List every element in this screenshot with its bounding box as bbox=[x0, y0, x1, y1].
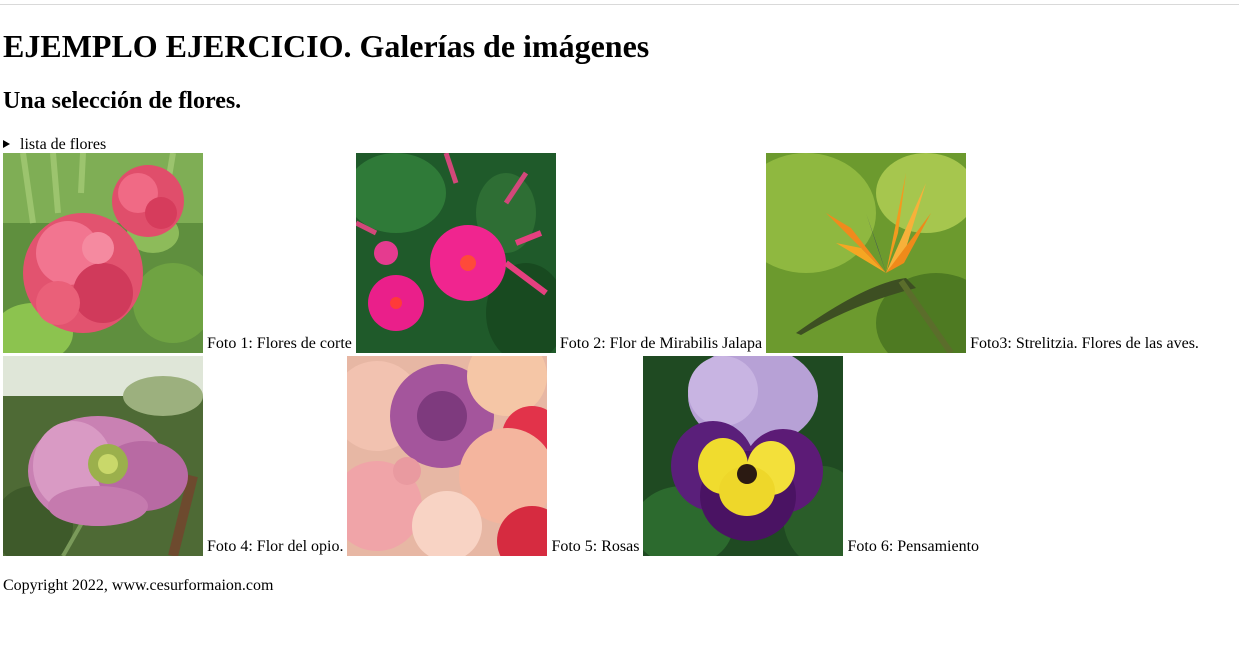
gallery-item-6: Foto 6: Pensamiento bbox=[643, 356, 983, 556]
gallery-item-2: Foto 2: Flor de Mirabilis Jalapa bbox=[355, 153, 766, 353]
disclosure-triangle-icon bbox=[3, 140, 10, 148]
page-title: EJEMPLO EJERCICIO. Galerías de imágenes bbox=[3, 28, 650, 64]
flower-photo-mirabilis bbox=[355, 153, 556, 353]
photo-caption: Foto 2: Flor de Mirabilis Jalapa bbox=[559, 335, 763, 352]
gallery-item-3: Foto3: Strelitzia. Flores de las aves. bbox=[766, 153, 1203, 353]
flower-photo-pansy bbox=[643, 356, 844, 556]
photo-caption: Foto 5: Rosas bbox=[551, 538, 640, 555]
page-subtitle: Una selección de flores. bbox=[3, 88, 242, 114]
gallery-row-2: Foto 4: Flor del opio. Foto 5: Rosas Fot… bbox=[3, 356, 983, 556]
footer-copyright: Copyright 2022, www.cesurformaion.com bbox=[3, 577, 274, 594]
gallery-item-5: Foto 5: Rosas bbox=[347, 356, 643, 556]
flower-photo-roses bbox=[347, 356, 548, 556]
flower-photo-strelitzia bbox=[766, 153, 967, 353]
top-divider bbox=[0, 4, 1239, 5]
details-summary-flower-list[interactable]: lista de flores bbox=[3, 136, 106, 154]
gallery-item-1: Foto 1: Flores de corte bbox=[3, 153, 356, 353]
photo-caption: Foto3: Strelitzia. Flores de las aves. bbox=[970, 335, 1199, 352]
flower-photo-hydrangea bbox=[3, 153, 203, 353]
photo-caption: Foto 1: Flores de corte bbox=[207, 335, 352, 352]
photo-caption: Foto 6: Pensamiento bbox=[847, 538, 980, 555]
flower-photo-poppy bbox=[3, 356, 203, 556]
details-summary-label: lista de flores bbox=[20, 136, 107, 153]
photo-caption: Foto 4: Flor del opio. bbox=[207, 538, 344, 555]
gallery-item-4: Foto 4: Flor del opio. bbox=[3, 356, 347, 556]
gallery-row-1: Foto 1: Flores de corte Foto 2: Flor de … bbox=[3, 153, 1203, 353]
